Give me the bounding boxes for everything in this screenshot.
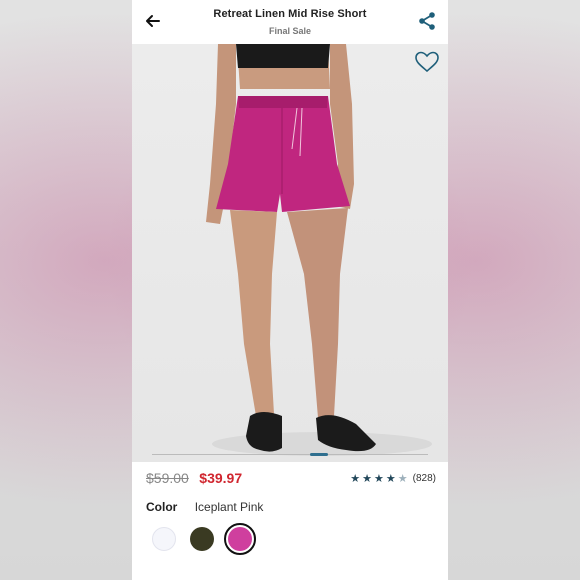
carousel-track	[152, 454, 428, 455]
back-button[interactable]	[142, 10, 164, 32]
original-price: $59.00	[146, 470, 189, 486]
swatch-white[interactable]	[152, 527, 176, 551]
arrow-left-icon	[146, 15, 160, 27]
carousel-indicator	[152, 453, 428, 456]
star-icon: ★	[385, 473, 396, 485]
app-header: Retreat Linen Mid Rise Short Final Sale	[132, 0, 448, 44]
product-photo	[206, 44, 432, 456]
product-image-carousel[interactable]	[132, 44, 448, 462]
selected-color-name: Iceplant Pink	[194, 500, 264, 514]
carousel-thumb	[310, 453, 328, 456]
page-title: Retreat Linen Mid Rise Short	[213, 8, 367, 20]
star-icon: ★	[362, 473, 373, 485]
color-label: Color	[146, 500, 178, 514]
review-count: (828)	[412, 473, 436, 484]
share-icon	[419, 12, 435, 30]
star-icon: ★	[350, 473, 361, 485]
share-button[interactable]	[416, 10, 438, 32]
sale-price: $39.97	[199, 470, 243, 486]
price-row: $59.00 $39.97 ★ ★ ★ ★ ★ (828)	[146, 470, 436, 490]
swatch-iceplant-pink[interactable]	[224, 523, 256, 555]
final-sale-label: Final Sale	[268, 26, 312, 36]
product-screen: Retreat Linen Mid Rise Short Final Sale	[132, 0, 448, 580]
color-swatches	[152, 523, 256, 555]
star-icon: ★	[374, 473, 384, 485]
heart-outline-icon	[415, 51, 439, 73]
half-star-icon: ★	[397, 473, 408, 485]
favorite-button[interactable]	[414, 50, 440, 74]
swatch-olive[interactable]	[190, 527, 214, 551]
rating[interactable]: ★ ★ ★ ★ ★ (828)	[350, 472, 436, 485]
color-row: Color Iceplant Pink	[146, 500, 263, 514]
